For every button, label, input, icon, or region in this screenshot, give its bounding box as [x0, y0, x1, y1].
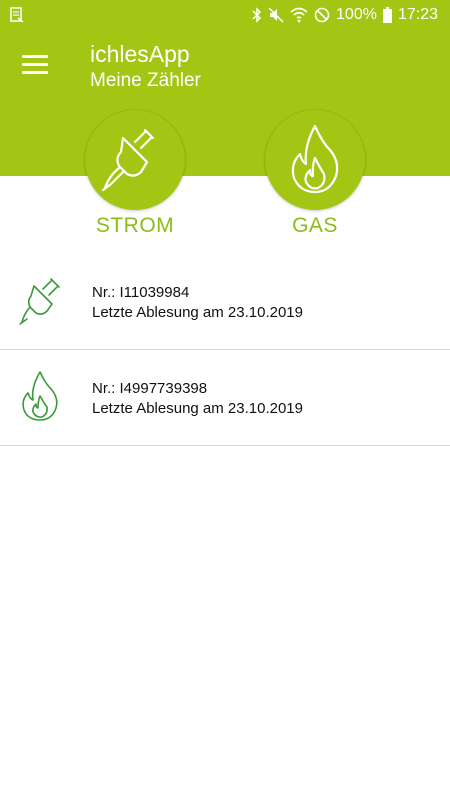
plug-icon: [18, 272, 66, 328]
list-item[interactable]: Nr.: I4997739398 Letzte Ablesung am 23.1…: [0, 350, 450, 446]
list-item[interactable]: Nr.: I11039984 Letzte Ablesung am 23.10.…: [0, 254, 450, 350]
hamburger-icon-line: [22, 71, 48, 74]
flame-icon: [280, 118, 350, 203]
hamburger-icon-line: [22, 63, 48, 66]
do-not-disturb-icon: [314, 7, 330, 23]
battery-icon: [382, 7, 392, 23]
bluetooth-icon: [252, 7, 262, 23]
flame-icon: [18, 368, 66, 424]
clock: 17:23: [397, 6, 438, 23]
notification-icon: [10, 7, 24, 23]
tile-gas[interactable]: GAS: [265, 110, 365, 238]
menu-button[interactable]: [22, 55, 48, 75]
battery-level: 100%: [336, 6, 377, 23]
status-bar: 100% 17:23: [0, 0, 450, 32]
hamburger-icon-line: [22, 55, 48, 58]
gas-circle: [265, 110, 365, 210]
tile-gas-label: GAS: [292, 214, 338, 237]
tile-strom[interactable]: STROM: [85, 110, 185, 238]
strom-circle: [85, 110, 185, 210]
meter-list: Nr.: I11039984 Letzte Ablesung am 23.10.…: [0, 254, 450, 446]
meter-last-reading: Letzte Ablesung am 23.10.2019: [92, 304, 303, 321]
plug-icon: [95, 118, 175, 203]
meter-number: Nr.: I11039984: [92, 284, 190, 301]
tile-strom-label: STROM: [95, 214, 175, 237]
mute-icon: [268, 7, 284, 23]
meter-number: Nr.: I4997739398: [92, 380, 208, 397]
meter-last-reading: Letzte Ablesung am 23.10.2019: [92, 400, 303, 417]
app-subtitle: Meine Zähler: [90, 70, 201, 91]
wifi-icon: [290, 7, 308, 23]
app-title: ichlesApp: [90, 41, 190, 67]
app-bar: ichlesApp Meine Zähler: [0, 32, 450, 176]
